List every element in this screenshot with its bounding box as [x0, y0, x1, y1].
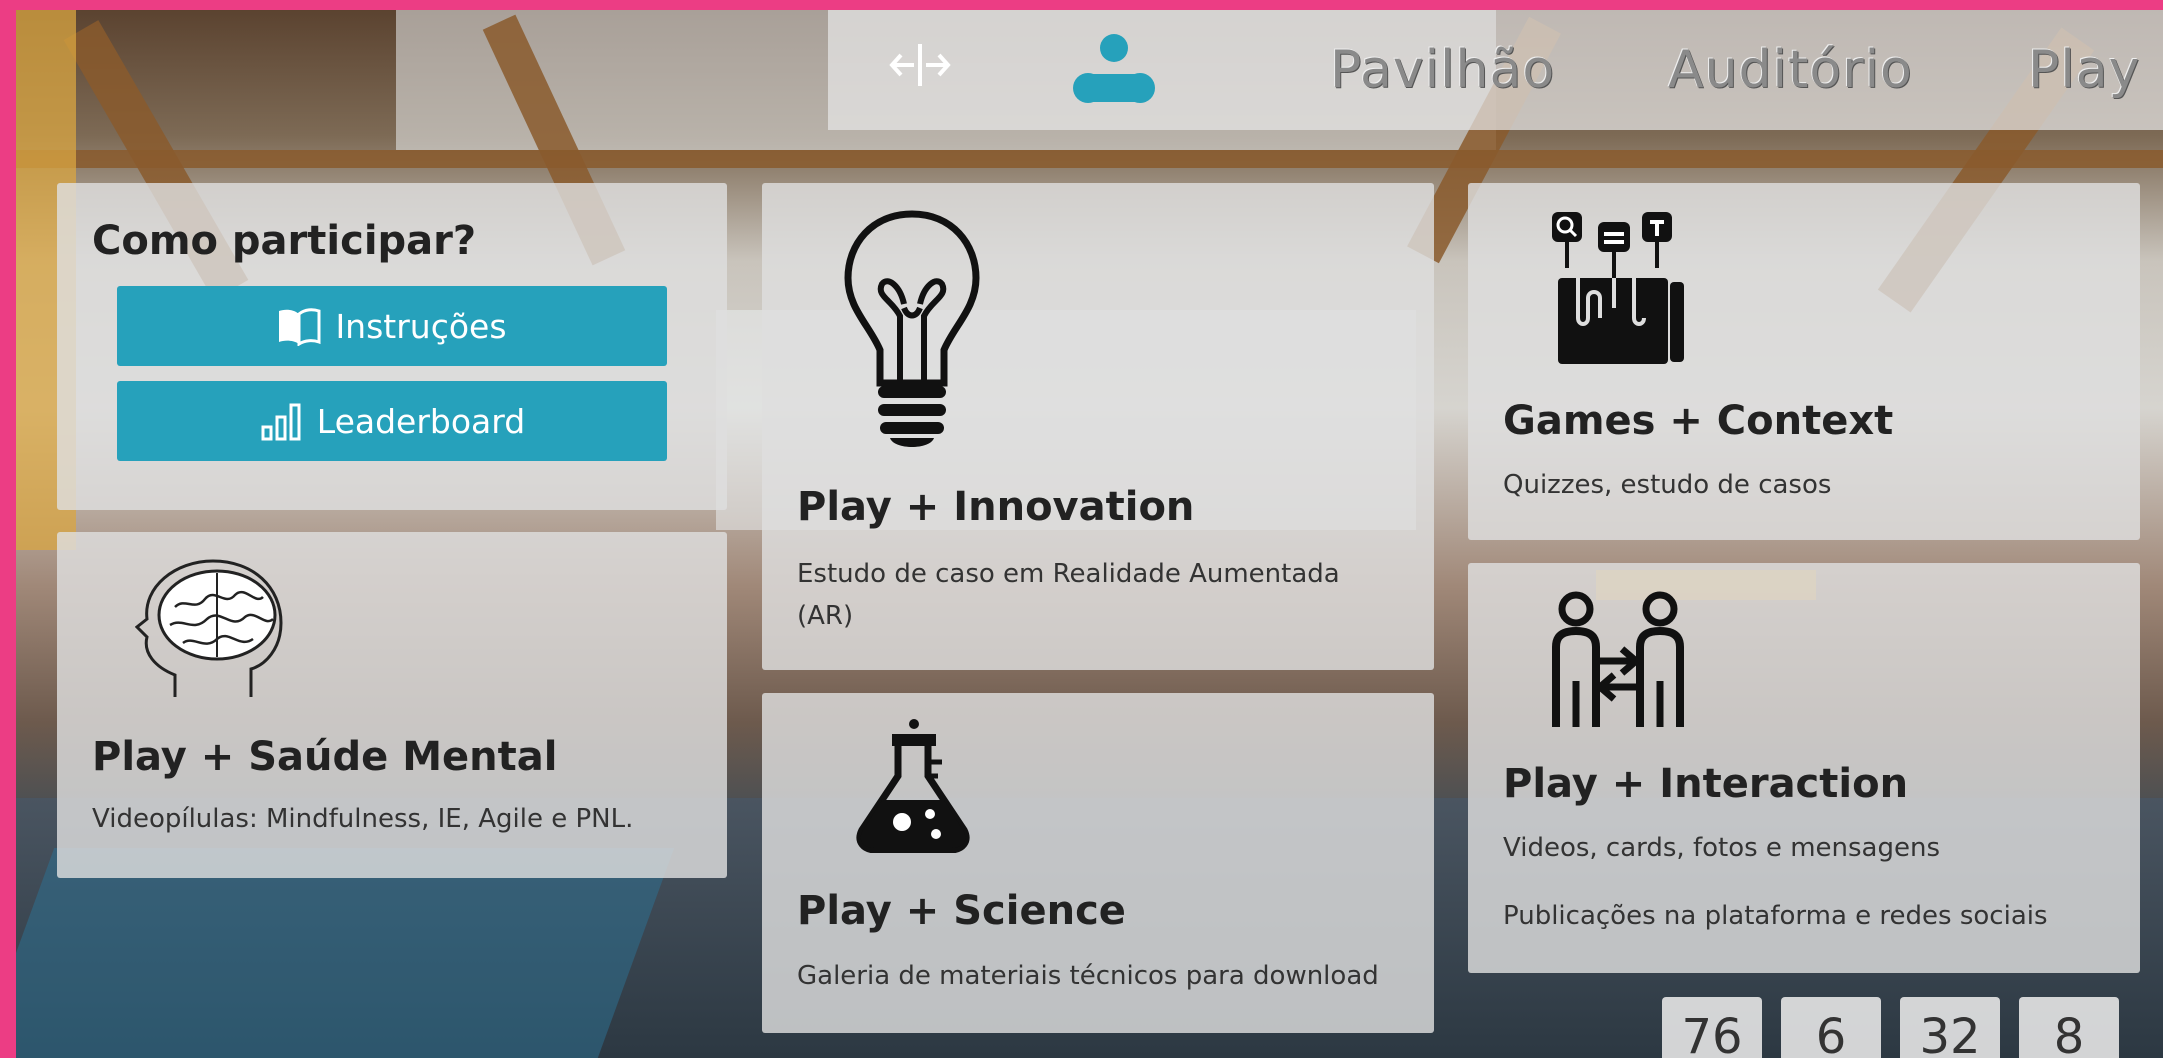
flask-icon	[856, 719, 970, 853]
card-title: Play + Interaction	[1503, 761, 1909, 807]
top-navigation-bar: Pavilhão Auditório Play	[828, 10, 2163, 130]
participate-title: Como participar?	[92, 218, 477, 264]
three-dots-logo-icon[interactable]	[1070, 32, 1158, 106]
brain-head-icon	[135, 559, 283, 697]
card-title: Play + Saúde Mental	[92, 734, 558, 780]
nav-item-auditorio[interactable]: Auditório	[1668, 40, 1913, 100]
countdown-seconds: 8	[2019, 997, 2119, 1058]
card-title: Games + Context	[1503, 398, 1894, 444]
instructions-button[interactable]: Instruções	[117, 286, 667, 366]
card-subtitle: Videopílulas: Mindfulness, IE, Agile e P…	[92, 804, 634, 834]
card-subtitle: Videos, cards, fotos e mensagens	[1503, 833, 1940, 863]
card-title: Play + Innovation	[797, 484, 1195, 530]
card-play-science[interactable]: Play + Science Galeria de materiais técn…	[762, 693, 1434, 1033]
nav-item-play[interactable]: Play	[2028, 40, 2140, 100]
countdown-days: 76	[1662, 997, 1762, 1058]
countdown-hours: 6	[1781, 997, 1881, 1058]
bar-chart-icon	[261, 403, 301, 441]
card-play-innovation[interactable]: Play + Innovation Estudo de caso em Real…	[762, 183, 1434, 670]
touchscreen-apps-icon	[1552, 212, 1684, 364]
card-subtitle-secondary: Publicações na plataforma e redes sociai…	[1503, 901, 2048, 931]
card-subtitle: Quizzes, estudo de casos	[1503, 470, 1832, 500]
lightbulb-icon	[844, 210, 980, 447]
card-subtitle: Galeria de materiais técnicos para downl…	[797, 961, 1379, 991]
card-saude-mental[interactable]: Play + Saúde Mental Videopílulas: Mindfu…	[57, 532, 727, 878]
instructions-label: Instruções	[335, 306, 507, 346]
leaderboard-label: Leaderboard	[316, 401, 526, 441]
people-exchange-icon	[1552, 591, 1684, 727]
nav-item-pavilhao[interactable]: Pavilhão	[1330, 40, 1555, 100]
book-icon	[279, 308, 321, 346]
countdown-minutes: 32	[1900, 997, 2000, 1058]
participate-card: Como participar? Instruções Leaderboard	[57, 183, 727, 510]
card-play-interaction[interactable]: Play + Interaction Videos, cards, fotos …	[1468, 563, 2140, 973]
collapse-horizontal-icon[interactable]	[888, 40, 952, 90]
leaderboard-button[interactable]: Leaderboard	[117, 381, 667, 461]
card-title: Play + Science	[797, 888, 1126, 934]
card-subtitle: Estudo de caso em Realidade Aumentada (A…	[797, 559, 1340, 631]
card-games-context[interactable]: Games + Context Quizzes, estudo de casos	[1468, 183, 2140, 540]
